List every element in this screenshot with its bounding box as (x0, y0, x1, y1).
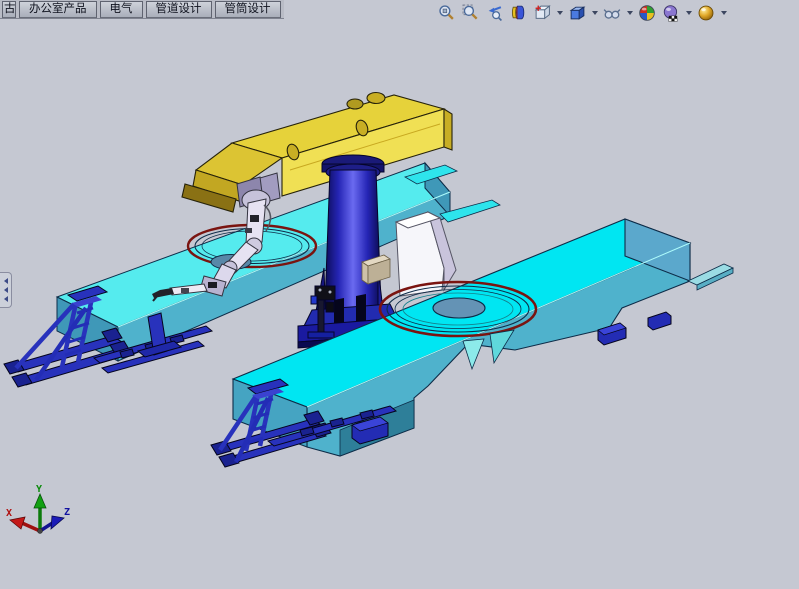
apply-scene-dropdown-arrow-icon[interactable] (686, 11, 692, 15)
triad-y-arrow (34, 494, 46, 508)
section-view-icon (510, 4, 527, 21)
beam-fin[interactable] (463, 339, 484, 369)
zoom-to-area-icon (462, 4, 479, 21)
view-settings-icon (697, 4, 715, 22)
apply-scene-button[interactable] (661, 3, 681, 23)
triad-y-label: Y (36, 484, 42, 495)
tab-partial[interactable]: 古 (2, 1, 16, 18)
triad-x-arrow (10, 517, 25, 529)
right-beam-ring-hole[interactable] (433, 298, 485, 318)
display-style-button[interactable] (567, 3, 587, 23)
zoom-to-fit-icon (438, 4, 455, 21)
hide-show-items-dropdown-arrow-icon[interactable] (627, 11, 633, 15)
collapse-arrow-icon (4, 296, 8, 302)
display-style-dropdown-arrow-icon[interactable] (592, 11, 598, 15)
boom-top-hole (367, 93, 385, 104)
tab-electrical[interactable]: 电气 (100, 1, 143, 18)
display-style-icon (569, 4, 586, 21)
zoom-to-fit-button[interactable] (436, 3, 456, 23)
view-settings-button[interactable] (696, 3, 716, 23)
triad-x-label: X (6, 508, 12, 519)
tab-tube-design[interactable]: 管筒设计 (215, 1, 281, 18)
apply-scene-icon (662, 4, 680, 22)
collapse-arrow-icon (4, 278, 8, 284)
view-orientation-icon (534, 4, 551, 21)
tab-piping-design[interactable]: 管道设计 (146, 1, 212, 18)
tab-office-products[interactable]: 办公室产品 (19, 1, 97, 18)
hide-show-items-button[interactable] (602, 3, 622, 23)
edit-appearance-icon (638, 4, 656, 22)
triad-z-label: Z (64, 507, 70, 518)
view-orientation-button[interactable] (532, 3, 552, 23)
boom-top-hole (347, 99, 363, 109)
orientation-triad: Y X Z (6, 484, 70, 534)
edit-appearance-button[interactable] (637, 3, 657, 23)
zoom-to-area-button[interactable] (460, 3, 480, 23)
command-manager-tabstrip: 古 办公室产品 电气 管道设计 管筒设计 (0, 0, 284, 19)
triad-z-arrow (51, 516, 64, 529)
previous-view-icon (486, 4, 503, 21)
section-view-button[interactable] (508, 3, 528, 23)
collapsed-panel-tab[interactable] (0, 272, 12, 308)
3d-viewport[interactable]: Y X Z (0, 0, 799, 589)
collapse-arrow-icon (4, 287, 8, 293)
hide-show-items-icon (603, 4, 621, 22)
previous-view-button[interactable] (484, 3, 504, 23)
view-orientation-dropdown-arrow-icon[interactable] (557, 11, 563, 15)
cad-window: Y X Z 古 办公室产品 电气 管道设计 管筒设计 (0, 0, 799, 589)
heads-up-toolbar (436, 2, 727, 23)
view-settings-dropdown-arrow-icon[interactable] (721, 11, 727, 15)
